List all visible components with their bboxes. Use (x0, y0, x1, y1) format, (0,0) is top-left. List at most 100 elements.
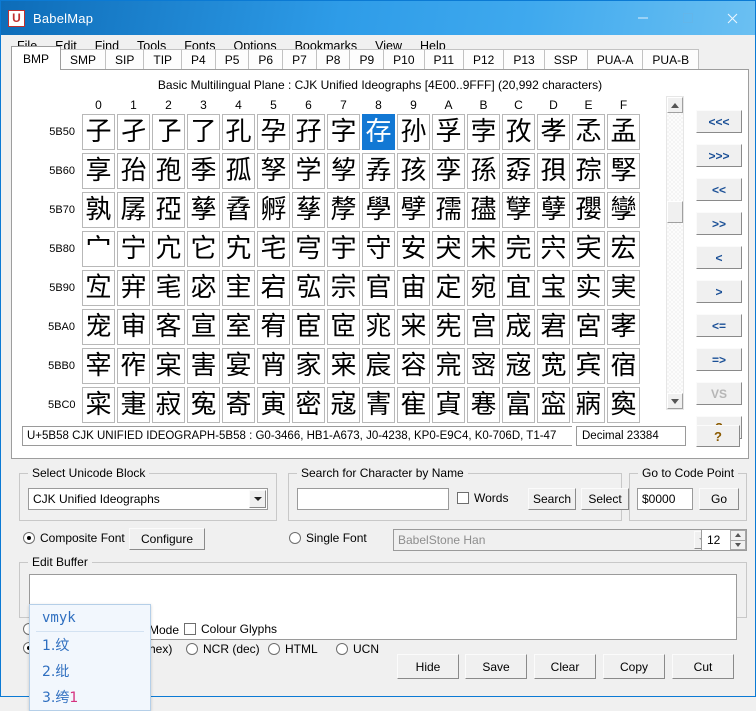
grid-cell[interactable]: 孜 (502, 113, 535, 150)
grid-cell[interactable]: 寇 (327, 386, 360, 423)
grid-cell[interactable]: 孔 (222, 113, 255, 150)
grid-cell[interactable]: 孷 (327, 191, 360, 228)
grid-cell[interactable]: 寀 (82, 386, 115, 423)
grid-cell[interactable]: 孰 (82, 191, 115, 228)
grid-cell[interactable]: 安 (397, 230, 430, 267)
grid-cell[interactable]: 孮 (572, 152, 605, 189)
save-button[interactable]: Save (465, 654, 527, 679)
grid-cell[interactable]: 密 (292, 386, 325, 423)
grid-cell[interactable]: 宓 (187, 269, 220, 306)
grid-cell[interactable]: 寂 (152, 386, 185, 423)
grid-cell[interactable]: 实 (572, 269, 605, 306)
prev-char-button[interactable]: <= (696, 314, 742, 337)
colour-glyphs-checkbox[interactable] (184, 623, 196, 635)
grid-cell[interactable]: 孶 (292, 191, 325, 228)
cut-button[interactable]: Cut (672, 654, 734, 679)
grid-cell[interactable]: 孩 (397, 152, 430, 189)
grid-cell[interactable]: 宎 (572, 230, 605, 267)
ime-candidate-2[interactable]: 2.纰 (30, 658, 150, 684)
grid-cell[interactable]: 字 (327, 113, 360, 150)
scroll-down-icon[interactable] (667, 393, 683, 409)
grid-cell[interactable]: 孝 (537, 113, 570, 150)
ncr-dec-radio[interactable] (186, 643, 198, 655)
last-block-button[interactable]: >>> (696, 144, 742, 167)
ime-candidate-3[interactable]: 3.绔1 (30, 684, 150, 710)
grid-cell[interactable]: 孕 (257, 113, 290, 150)
grid-cell[interactable]: 孧 (327, 152, 360, 189)
grid-cell[interactable]: 宕 (257, 269, 290, 306)
spinner-arrows[interactable] (730, 530, 746, 550)
single-font-radio-row[interactable]: Single Font (289, 531, 367, 545)
font-size-spinner[interactable]: 12 (701, 529, 747, 551)
next-char-button[interactable]: => (696, 348, 742, 371)
grid-cell[interactable]: 寅 (257, 386, 290, 423)
grid-cell[interactable]: 孽 (537, 191, 570, 228)
help-button[interactable]: ? (696, 425, 740, 447)
grid-cell[interactable]: 寁 (117, 386, 150, 423)
codepoint-input[interactable]: $0000 (637, 488, 693, 510)
scrollbar-thumb[interactable] (667, 201, 683, 223)
tab-p11[interactable]: P11 (423, 49, 464, 70)
grid-cell[interactable]: 孹 (397, 191, 430, 228)
grid-cell[interactable]: 孨 (362, 152, 395, 189)
grid-scrollbar[interactable] (666, 96, 684, 410)
grid-cell[interactable]: 寍 (537, 386, 570, 423)
grid-cell[interactable]: 孢 (152, 152, 185, 189)
grid-cell[interactable]: 子 (82, 113, 115, 150)
grid-cell[interactable]: 室 (222, 308, 255, 345)
grid-cell[interactable]: 宖 (292, 269, 325, 306)
tab-sip[interactable]: SIP (105, 49, 145, 70)
grid-cell[interactable]: 宵 (257, 347, 290, 384)
ncr-dec-row[interactable]: NCR (dec) (186, 642, 260, 656)
maximize-icon[interactable] (665, 1, 710, 35)
grid-cell[interactable]: 孛 (467, 113, 500, 150)
grid-cell[interactable]: 宝 (537, 269, 570, 306)
grid-cell[interactable]: 孤 (222, 152, 255, 189)
grid-cell[interactable]: 宴 (222, 347, 255, 384)
tab-p8[interactable]: P8 (315, 49, 351, 70)
grid-cell[interactable]: 孻 (467, 191, 500, 228)
grid-cell[interactable]: 宙 (397, 269, 430, 306)
grid-cell[interactable]: 完 (502, 230, 535, 267)
grid-cell[interactable]: 寉 (397, 386, 430, 423)
grid-cell[interactable]: 孡 (117, 152, 150, 189)
grid-cell[interactable]: 存 (362, 113, 395, 150)
grid-cell[interactable]: 宥 (257, 308, 290, 345)
grid-cell[interactable]: 孬 (502, 152, 535, 189)
grid-cell[interactable]: 孑 (117, 113, 150, 150)
grid-cell[interactable]: 宲 (152, 347, 185, 384)
grid-cell[interactable]: 宪 (432, 308, 465, 345)
next-block-button[interactable]: >> (696, 212, 742, 235)
ime-candidate-1[interactable]: 1.纹 (30, 632, 150, 658)
grid-cell[interactable]: 寎 (572, 386, 605, 423)
tab-bmp[interactable]: BMP (11, 46, 62, 70)
grid-cell[interactable]: 害 (187, 347, 220, 384)
grid-cell[interactable]: 宄 (222, 230, 255, 267)
grid-cell[interactable]: 官 (362, 269, 395, 306)
grid-cell[interactable]: 孟 (607, 113, 640, 150)
grid-cell[interactable]: 宸 (362, 347, 395, 384)
grid-cell[interactable]: 孖 (292, 113, 325, 150)
grid-cell[interactable]: 宩 (397, 308, 430, 345)
scroll-up-icon[interactable] (667, 97, 683, 113)
grid-cell[interactable]: 定 (432, 269, 465, 306)
grid-cell[interactable]: 宆 (292, 230, 325, 267)
grid-cell[interactable]: 宒 (152, 269, 185, 306)
grid-cell[interactable]: 孼 (502, 191, 535, 228)
tab-ssp[interactable]: SSP (543, 49, 588, 70)
grid-cell[interactable]: 孯 (607, 152, 640, 189)
grid-cell[interactable]: 孴 (222, 191, 255, 228)
grid-cell[interactable]: 學 (362, 191, 395, 228)
tab-p7[interactable]: P7 (282, 49, 317, 70)
grid-cell[interactable]: 宔 (222, 269, 255, 306)
search-input[interactable] (297, 488, 449, 510)
grid-cell[interactable]: 孾 (572, 191, 605, 228)
tab-pua-b[interactable]: PUA-B (642, 49, 700, 70)
grid-cell[interactable]: 审 (117, 308, 150, 345)
grid-cell[interactable]: 宁 (117, 230, 150, 267)
grid-cell[interactable]: 学 (292, 152, 325, 189)
grid-cell[interactable]: 宏 (607, 230, 640, 267)
grid-cell[interactable]: 孱 (117, 191, 150, 228)
prev-page-button[interactable]: < (696, 246, 742, 269)
hide-button[interactable]: Hide (397, 654, 459, 679)
